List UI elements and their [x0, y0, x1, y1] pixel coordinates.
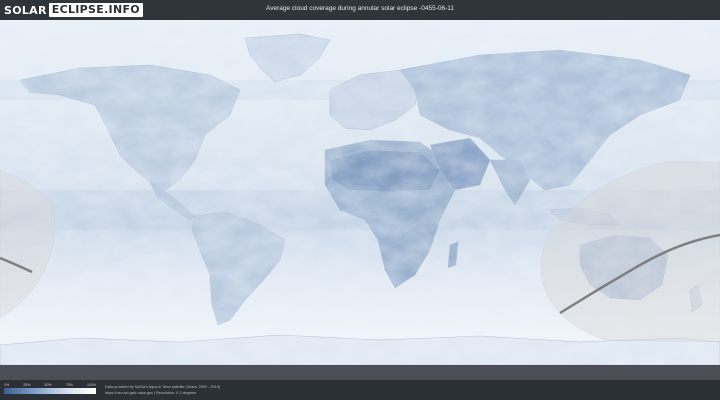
- legend-color-scale: [4, 388, 96, 394]
- legend-label-50: 50%: [44, 383, 52, 387]
- cloud-coverage-map: [0, 20, 720, 380]
- data-credits: Data provided by NASA's Aqua & Terra sat…: [105, 384, 220, 396]
- legend-labels: 0% 25% 50% 75% 100%: [4, 383, 96, 387]
- footer-bar: 0% 25% 50% 75% 100% Data provided by NAS…: [0, 380, 720, 400]
- credits-line-url[interactable]: https://neo.sci.gsfc.nasa.gov | Resoluti…: [105, 390, 220, 396]
- legend-label-75: 75%: [65, 383, 73, 387]
- page-title: Average cloud coverage during annular so…: [265, 5, 455, 12]
- legend-label-100: 100%: [87, 383, 96, 387]
- header-bar: SOLAR ECLIPSE.INFO Average cloud coverag…: [0, 0, 720, 20]
- polar-no-data-strip: [0, 365, 720, 380]
- legend-label-0: 0%: [4, 383, 10, 387]
- legend-label-25: 25%: [23, 383, 31, 387]
